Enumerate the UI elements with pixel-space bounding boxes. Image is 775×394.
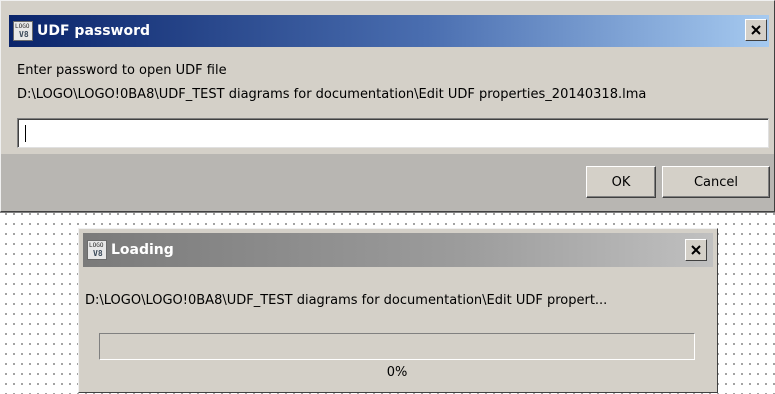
password-prompt: Enter password to open UDF file <box>17 63 227 78</box>
loading-file-path: D:\LOGO\LOGO!0BA8\UDF_TEST diagrams for … <box>85 293 608 308</box>
logo-app-icon: LOGO V8 <box>87 240 107 260</box>
udf-file-path: D:\LOGO\LOGO!0BA8\UDF_TEST diagrams for … <box>17 87 647 102</box>
close-icon <box>751 25 761 35</box>
cancel-button[interactable]: Cancel <box>662 166 770 198</box>
dialog-title: UDF password <box>37 23 151 39</box>
loading-title: Loading <box>111 242 174 258</box>
text-caret <box>25 125 26 142</box>
password-input[interactable] <box>17 118 769 148</box>
logo-app-icon: LOGO V8 <box>13 21 33 41</box>
progress-percent-label: 0% <box>386 365 408 380</box>
loading-close-button[interactable] <box>685 239 707 261</box>
udf-password-dialog: LOGO V8 UDF password Enter password to o… <box>0 0 775 212</box>
udf-password-titlebar[interactable]: LOGO V8 UDF password <box>9 15 769 47</box>
button-row: OK Cancel <box>1 154 774 211</box>
progress-bar <box>99 333 695 360</box>
close-icon <box>691 245 701 255</box>
loading-titlebar[interactable]: LOGO V8 Loading <box>83 233 713 267</box>
close-button[interactable] <box>745 19 767 41</box>
loading-dialog: LOGO V8 Loading D:\LOGO\LOGO!0BA8\UDF_TE… <box>78 228 718 393</box>
ok-button[interactable]: OK <box>586 166 656 198</box>
